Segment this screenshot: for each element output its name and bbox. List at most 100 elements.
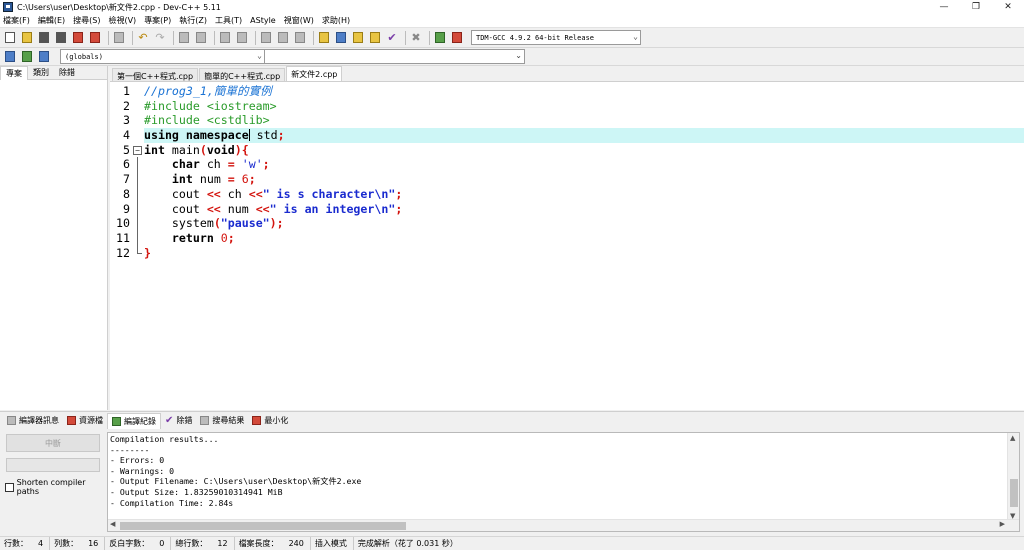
tab-debug-output[interactable]: ✔ 除錯	[161, 413, 196, 429]
code-line[interactable]: 7 int num = 6;	[123, 172, 1024, 187]
menu-help[interactable]: 求助(H)	[319, 15, 353, 26]
menu-search[interactable]: 搜尋(S)	[70, 15, 103, 26]
minimize-button[interactable]: —	[928, 0, 960, 14]
close-file-icon[interactable]	[71, 31, 85, 45]
compile-log[interactable]: Compilation results... -------- - Errors: …	[107, 432, 1020, 532]
scroll-right-icon[interactable]: ▶	[1000, 520, 1005, 528]
code-line[interactable]: 6 char ch = 'w';	[123, 157, 1024, 173]
editor-tab-first-program[interactable]: 第一個C++程式.cpp	[112, 68, 199, 81]
code-editor[interactable]: 1 //prog3_1,簡單的實例 2 #include <iostream> 3 #in…	[110, 81, 1024, 410]
toolbar-separator	[429, 30, 430, 45]
fold-toggle-icon[interactable]: −	[133, 145, 142, 155]
code-line[interactable]: 9 cout << num <<" is an integer\n";	[123, 201, 1024, 217]
code-line[interactable]: 5− int main(void){	[123, 143, 1024, 158]
window-controls: — ❐ ✕	[928, 0, 1024, 14]
shorten-paths-option[interactable]: Shorten compiler paths	[5, 478, 106, 496]
print-icon[interactable]	[112, 31, 126, 45]
syntax-check-icon[interactable]: ✔	[385, 31, 399, 45]
scope-select[interactable]: (globals) ⌄	[60, 49, 265, 64]
goto-bookmark-icon[interactable]	[20, 50, 34, 64]
log-line: Compilation results...	[110, 434, 219, 444]
profile-chart-icon[interactable]	[433, 31, 447, 45]
close-all-icon[interactable]	[88, 31, 102, 45]
tab-search-results[interactable]: 搜尋結果	[196, 413, 248, 429]
toolbar-separator	[313, 30, 314, 45]
code-line[interactable]: 2 #include <iostream>	[123, 99, 1024, 114]
toggle-bookmark-icon[interactable]	[37, 50, 51, 64]
code-line[interactable]: 1 //prog3_1,簡單的實例	[123, 84, 1024, 99]
tab-minimize[interactable]: 最小化	[248, 413, 292, 429]
status-column-value: 16	[88, 538, 99, 548]
log-line: - Errors: 0	[110, 455, 165, 466]
code-token: cout	[144, 201, 207, 216]
maximize-button[interactable]: ❐	[960, 0, 992, 14]
menu-project[interactable]: 專案(P)	[141, 15, 174, 26]
status-parse-info: 完成解析（花了 0.031 秒）	[357, 538, 458, 548]
scroll-up-icon[interactable]: ▲	[1010, 434, 1015, 442]
open-file-icon[interactable]	[20, 31, 34, 45]
goto-line-icon[interactable]	[218, 31, 232, 45]
code-token: " is an integer\n"	[269, 201, 396, 216]
save-all-icon[interactable]	[54, 31, 68, 45]
run-icon[interactable]	[334, 31, 348, 45]
code-token: <<	[255, 201, 270, 216]
class-toolbar: (globals) ⌄ ⌄	[0, 48, 1024, 66]
compiler-select[interactable]: TDM-GCC 4.9.2 64-bit Release ⌄	[471, 30, 641, 45]
menu-astyle[interactable]: AStyle	[247, 16, 279, 25]
indent-icon[interactable]	[259, 31, 273, 45]
compile-progress-bar	[6, 458, 100, 472]
code-line[interactable]: 11 return 0;	[116, 230, 1024, 246]
menu-edit[interactable]: 編輯(E)	[35, 15, 68, 26]
new-file-icon[interactable]	[3, 31, 17, 45]
rebuild-icon[interactable]	[368, 31, 382, 45]
menu-tools[interactable]: 工具(T)	[212, 15, 245, 26]
close-button[interactable]: ✕	[992, 0, 1024, 14]
undo-icon[interactable]: ↶	[136, 31, 150, 45]
stop-execution-icon[interactable]: ✖	[409, 31, 423, 45]
tab-debug[interactable]: 除錯	[54, 66, 80, 80]
log-horizontal-scrollbar[interactable]: ◀ ▶	[108, 519, 1019, 531]
member-select[interactable]: ⌄	[265, 49, 525, 64]
fold-guide	[137, 186, 138, 202]
code-line[interactable]: 8 cout << ch <<" is s character\n";	[123, 186, 1024, 202]
code-line[interactable]: 4 using namespace std;	[123, 128, 1024, 143]
code-token: ;	[395, 201, 403, 216]
log-vertical-scroll-thumb[interactable]	[1010, 479, 1018, 507]
abort-compilation-button[interactable]: 中斷	[6, 434, 100, 452]
code-token: ;	[395, 186, 403, 201]
tab-resources[interactable]: 資源檔	[63, 413, 107, 429]
debug-icon[interactable]	[450, 31, 464, 45]
log-vertical-scrollbar[interactable]: ▲ ▼	[1007, 433, 1019, 521]
tab-project[interactable]: 專案	[0, 66, 28, 80]
toggle-comment-icon[interactable]	[293, 31, 307, 45]
redo-icon[interactable]: ↷	[153, 31, 167, 45]
log-horizontal-scroll-thumb[interactable]	[120, 522, 406, 530]
code-area[interactable]: 1 //prog3_1,簡單的實例 2 #include <iostream> 3 #in…	[116, 84, 1024, 261]
menu-file[interactable]: 檔案(F)	[0, 15, 33, 26]
code-line[interactable]: 10 system("pause");	[116, 216, 1024, 231]
code-token: cout	[144, 186, 207, 201]
code-line[interactable]: 12}	[116, 245, 1024, 261]
line-number: 11	[116, 230, 130, 245]
shorten-paths-checkbox[interactable]	[5, 482, 14, 492]
menu-view[interactable]: 檢視(V)	[105, 15, 139, 26]
scroll-left-icon[interactable]: ◀	[110, 520, 115, 528]
editor-tab-simple-program[interactable]: 簡單的C++程式.cpp	[199, 68, 286, 81]
editor-tab-new-file-2[interactable]: 新文件2.cpp	[286, 66, 343, 81]
compile-run-icon[interactable]	[351, 31, 365, 45]
insert-icon[interactable]	[3, 50, 17, 64]
menu-execute[interactable]: 執行(Z)	[176, 15, 210, 26]
compile-icon[interactable]	[317, 31, 331, 45]
status-total-lines-value: 12	[217, 538, 228, 548]
menu-window[interactable]: 視窗(W)	[281, 15, 317, 26]
find-icon[interactable]	[177, 31, 191, 45]
bookmark-icon[interactable]	[235, 31, 249, 45]
tab-compile-log[interactable]: 編譯紀錄	[107, 412, 161, 429]
compile-controls: 中斷 Shorten compiler paths	[0, 429, 106, 536]
save-icon[interactable]	[37, 31, 51, 45]
tab-classes[interactable]: 類別	[28, 66, 54, 80]
code-line[interactable]: 3 #include <cstdlib>	[123, 113, 1024, 128]
unindent-icon[interactable]	[276, 31, 290, 45]
replace-icon[interactable]	[194, 31, 208, 45]
tab-compiler-messages[interactable]: 編譯器訊息	[3, 413, 63, 429]
